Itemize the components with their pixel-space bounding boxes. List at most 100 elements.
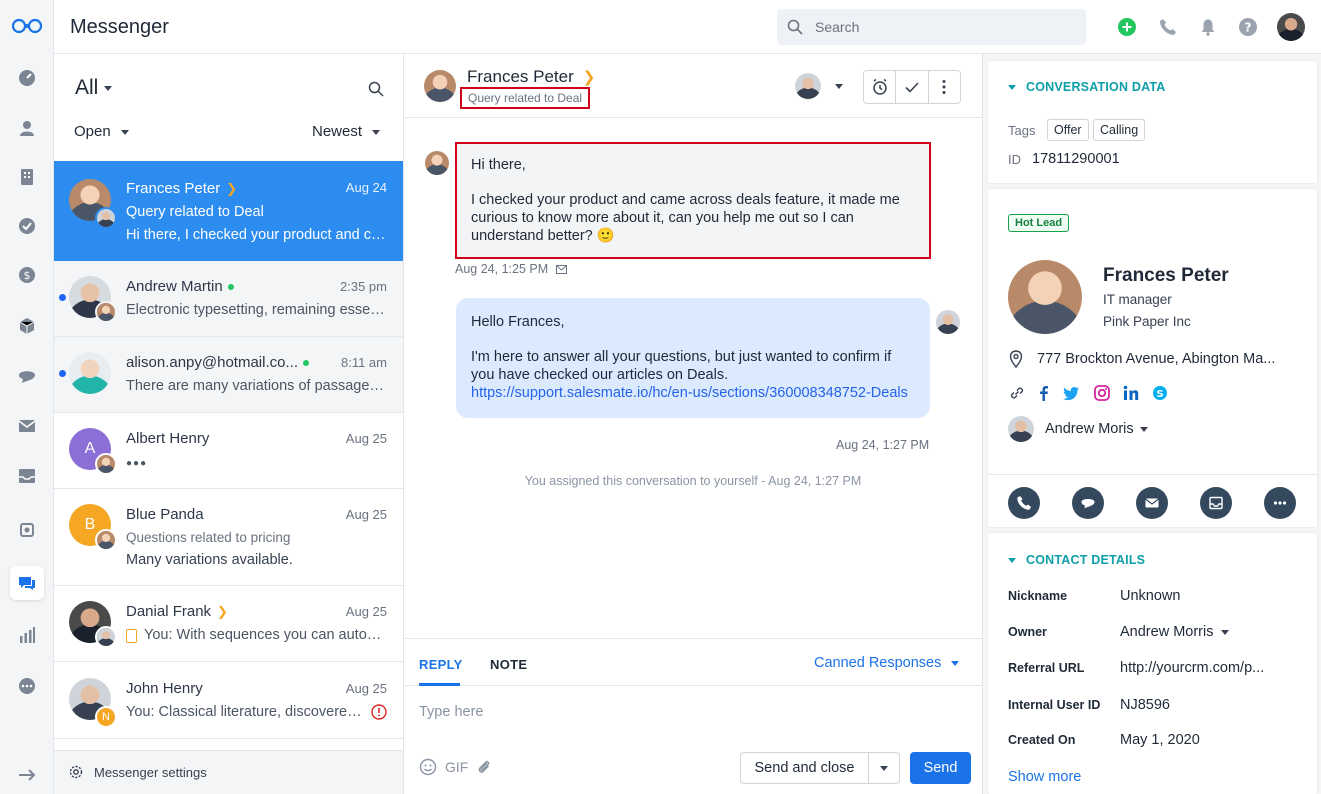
global-search[interactable] bbox=[777, 9, 1086, 45]
error-icon bbox=[371, 704, 387, 720]
automation-icon[interactable] bbox=[17, 520, 37, 540]
status-filter[interactable]: Open bbox=[74, 123, 129, 140]
conversation-preview: Electronic typesetting, remaining essent… bbox=[126, 302, 388, 318]
contact-company[interactable]: Pink Paper Inc bbox=[1103, 314, 1191, 329]
priority-icon: ❯ bbox=[582, 69, 596, 86]
tag-chip[interactable]: Calling bbox=[1093, 119, 1146, 141]
instagram-icon[interactable] bbox=[1093, 384, 1111, 402]
email-icon[interactable] bbox=[17, 416, 37, 436]
send-and-close-button[interactable]: Send and close bbox=[741, 753, 869, 783]
user-avatar[interactable] bbox=[1277, 13, 1305, 41]
support-article-link[interactable]: https://support.salesmate.io/hc/en-us/se… bbox=[471, 385, 908, 401]
resolve-button[interactable] bbox=[896, 71, 929, 103]
caret-down-icon bbox=[1008, 85, 1016, 91]
tab-reply[interactable]: REPLY bbox=[419, 657, 463, 672]
contact-details-card: CONTACT DETAILS Nickname Unknown Owner A… bbox=[988, 533, 1317, 794]
owner-dropdown[interactable]: Andrew Morris bbox=[1120, 624, 1230, 640]
tasks-icon[interactable] bbox=[17, 216, 37, 236]
contact-card: Hot Lead Frances Peter IT manager Pink P… bbox=[988, 189, 1317, 527]
assignee-chevron-down-icon[interactable] bbox=[835, 84, 843, 89]
linkedin-icon[interactable] bbox=[1122, 384, 1140, 402]
app-logo-icon[interactable] bbox=[11, 16, 43, 36]
call-button[interactable] bbox=[1008, 487, 1040, 519]
conversation-time: Aug 25 bbox=[345, 431, 387, 446]
contact-photo bbox=[1008, 260, 1082, 334]
chevron-down-icon bbox=[1139, 426, 1148, 432]
send-email-button[interactable] bbox=[1136, 487, 1168, 519]
assignee-badge: N bbox=[95, 706, 117, 728]
more-apps-icon[interactable] bbox=[17, 676, 37, 696]
messenger-settings[interactable]: Messenger settings bbox=[54, 750, 403, 794]
attachment-icon[interactable] bbox=[476, 758, 492, 776]
reports-icon[interactable] bbox=[17, 625, 37, 645]
bell-icon[interactable] bbox=[1199, 18, 1217, 36]
conversation-row[interactable]: A Albert Henry Aug 25 ●●● bbox=[54, 413, 403, 489]
deals-icon[interactable]: $ bbox=[17, 265, 37, 285]
chevron-down-icon bbox=[120, 129, 129, 135]
gif-button[interactable]: GIF bbox=[445, 759, 468, 775]
contacts-icon[interactable] bbox=[17, 118, 37, 138]
conversation-row[interactable]: Frances Peter ❯ Aug 24 Query related to D… bbox=[54, 161, 403, 261]
contact-owner-dropdown[interactable]: Andrew Moris bbox=[1045, 421, 1148, 437]
more-options-button[interactable] bbox=[929, 71, 960, 103]
help-icon[interactable]: ? bbox=[1239, 18, 1257, 36]
assignee-avatar[interactable] bbox=[795, 73, 821, 99]
incoming-body: I checked your product and came across d… bbox=[471, 192, 900, 244]
inbox-button[interactable] bbox=[1200, 487, 1232, 519]
dashboard-icon[interactable] bbox=[17, 68, 37, 88]
send-options-dropdown[interactable] bbox=[869, 753, 899, 783]
inbox-tray-icon bbox=[1209, 496, 1223, 510]
conversation-preview: Hi there, I checked your product and cam… bbox=[126, 227, 388, 243]
more-actions-button[interactable] bbox=[1264, 487, 1296, 519]
sort-filter[interactable]: Newest bbox=[312, 123, 381, 140]
companies-icon[interactable] bbox=[17, 167, 37, 187]
chevron-down-icon bbox=[372, 129, 381, 135]
contact-details-toggle[interactable]: CONTACT DETAILS bbox=[1008, 553, 1145, 567]
app-title: Messenger bbox=[70, 16, 169, 38]
facebook-icon[interactable] bbox=[1035, 384, 1053, 402]
send-button[interactable]: Send bbox=[910, 752, 971, 784]
products-icon[interactable] bbox=[17, 316, 37, 336]
conversation-row[interactable]: Andrew Martin 2:35 pm Electronic typeset… bbox=[54, 261, 403, 337]
search-input[interactable] bbox=[815, 9, 1075, 45]
snooze-button[interactable] bbox=[864, 71, 897, 103]
conversation-row[interactable]: B Blue Panda Aug 25 Questions related to… bbox=[54, 489, 403, 586]
expand-rail-icon[interactable] bbox=[17, 765, 37, 785]
details-panel: CONVERSATION DATA Tags Offer Calling ID … bbox=[982, 54, 1321, 794]
assignee-avatar bbox=[95, 529, 117, 551]
conversation-data-toggle[interactable]: CONVERSATION DATA bbox=[1008, 80, 1166, 94]
show-more-link[interactable]: Show more bbox=[1008, 769, 1081, 785]
assignee-avatar bbox=[95, 626, 117, 648]
tab-note[interactable]: NOTE bbox=[490, 657, 527, 672]
chat-contact-name[interactable]: Frances Peter ❯ bbox=[467, 67, 595, 87]
list-search-icon[interactable] bbox=[368, 81, 384, 97]
add-icon[interactable] bbox=[1118, 18, 1136, 36]
conversation-row[interactable]: alison.anpy@hotmail.co... 8:11 am There … bbox=[54, 337, 403, 413]
conversation-row[interactable]: Danial Frank ❯ Aug 25 You: With sequences… bbox=[54, 586, 403, 662]
online-indicator bbox=[302, 360, 309, 367]
messenger-settings-label: Messenger settings bbox=[94, 765, 207, 780]
contact-name[interactable]: Frances Peter bbox=[1103, 265, 1229, 287]
chevron-down-icon bbox=[104, 85, 113, 91]
conversation-row[interactable]: N John Henry Aug 25 You: Classical liter… bbox=[54, 662, 403, 739]
reply-input[interactable] bbox=[419, 704, 959, 720]
chat-icon[interactable] bbox=[17, 366, 37, 386]
conversation-data-card: CONVERSATION DATA Tags Offer Calling ID … bbox=[988, 61, 1317, 183]
phone-icon[interactable] bbox=[1159, 18, 1177, 36]
envelope-icon bbox=[1145, 498, 1159, 508]
website-link-icon[interactable] bbox=[1008, 384, 1026, 402]
emoji-icon[interactable] bbox=[419, 758, 437, 776]
inbox-icon[interactable] bbox=[17, 466, 37, 486]
tag-chip[interactable]: Offer bbox=[1047, 119, 1089, 141]
skype-icon[interactable]: S bbox=[1151, 384, 1169, 402]
left-rail: $ bbox=[0, 0, 54, 794]
referral-url-link[interactable]: http://yourcrm.com/p... bbox=[1120, 660, 1264, 676]
alarm-clock-icon bbox=[872, 78, 887, 95]
location-pin-icon bbox=[1009, 350, 1023, 368]
twitter-icon[interactable] bbox=[1062, 384, 1080, 402]
messenger-icon[interactable] bbox=[17, 573, 37, 593]
chat-button[interactable] bbox=[1072, 487, 1104, 519]
outgoing-body: I'm here to answer all your questions, b… bbox=[471, 349, 892, 383]
inbox-filter[interactable]: All bbox=[75, 76, 113, 100]
canned-responses-dropdown[interactable]: Canned Responses bbox=[814, 655, 960, 671]
